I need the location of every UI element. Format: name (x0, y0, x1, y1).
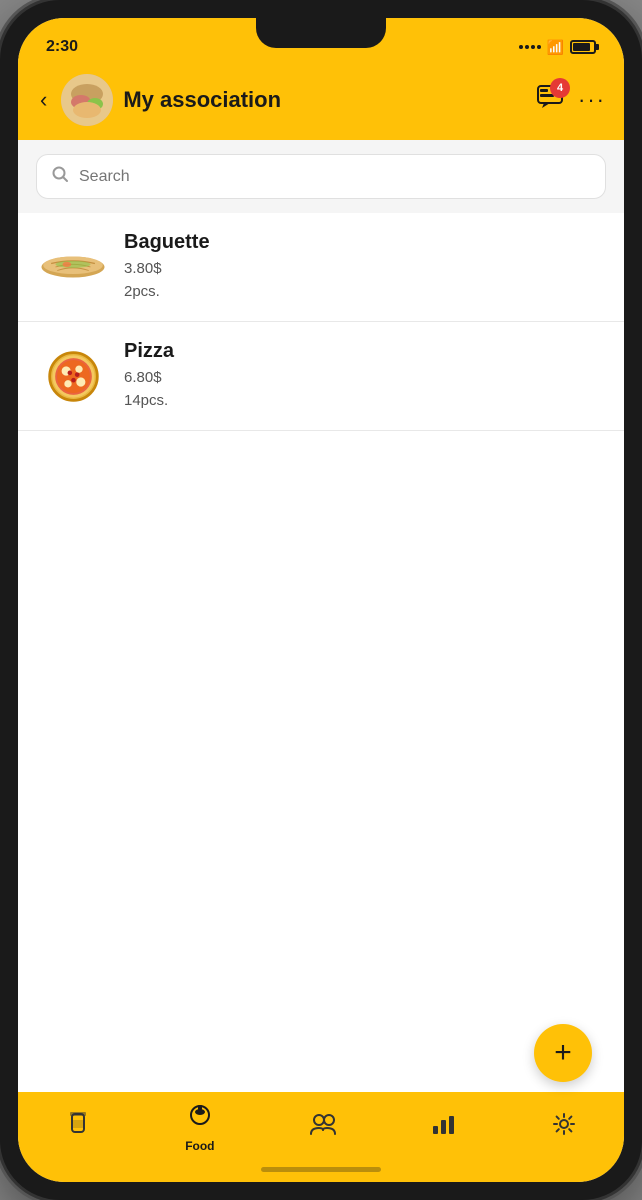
list-item[interactable]: Pizza 6.80$ 14pcs. (18, 322, 624, 431)
item-name: Baguette (124, 231, 604, 254)
phone-screen: 2:30 📶 ‹ (18, 18, 624, 1182)
nav-item-food[interactable]: Food (169, 1098, 230, 1157)
notification-badge: 4 (550, 78, 570, 98)
battery-fill (573, 43, 590, 51)
nav-item-settings[interactable] (535, 1107, 593, 1148)
nav-item-drinks[interactable] (49, 1106, 107, 1149)
food-icon (187, 1102, 213, 1135)
item-price: 3.80$ 2pcs. (124, 258, 604, 303)
back-button[interactable]: ‹ (36, 83, 51, 117)
status-time: 2:30 (46, 38, 78, 56)
stats-icon (431, 1112, 457, 1143)
search-icon (51, 165, 69, 188)
wifi-icon: 📶 (547, 39, 564, 56)
nav-item-stats[interactable] (415, 1108, 473, 1147)
search-input[interactable] (79, 168, 591, 186)
status-icons: 📶 (519, 39, 596, 56)
food-nav-label: Food (185, 1139, 214, 1153)
header: ‹ My association (18, 66, 624, 140)
signal-icon (519, 45, 541, 49)
nav-item-people[interactable] (293, 1108, 353, 1147)
list-item[interactable]: Baguette 3.80$ 2pcs. (18, 213, 624, 322)
home-indicator (261, 1167, 381, 1172)
notification-button[interactable]: 4 (536, 84, 564, 117)
item-name: Pizza (124, 340, 604, 363)
item-image-baguette (38, 240, 108, 295)
header-actions: 4 ··· (536, 84, 606, 117)
add-item-button[interactable]: + (534, 1024, 592, 1082)
item-image-pizza (38, 349, 108, 404)
search-container (18, 140, 624, 213)
settings-icon (551, 1111, 577, 1144)
battery-icon (570, 40, 596, 54)
item-info-pizza: Pizza 6.80$ 14pcs. (124, 340, 604, 412)
item-price: 6.80$ 14pcs. (124, 367, 604, 412)
avatar (61, 74, 113, 126)
phone-frame: 2:30 📶 ‹ (0, 0, 642, 1200)
search-box (36, 154, 606, 199)
page-title: My association (123, 87, 526, 113)
avatar-image (61, 74, 113, 126)
item-info-baguette: Baguette 3.80$ 2pcs. (124, 231, 604, 303)
notch (256, 18, 386, 48)
more-options-button[interactable]: ··· (578, 87, 606, 113)
content-list: Baguette 3.80$ 2pcs. (18, 213, 624, 1092)
people-icon (309, 1112, 337, 1143)
drinks-icon (65, 1110, 91, 1145)
